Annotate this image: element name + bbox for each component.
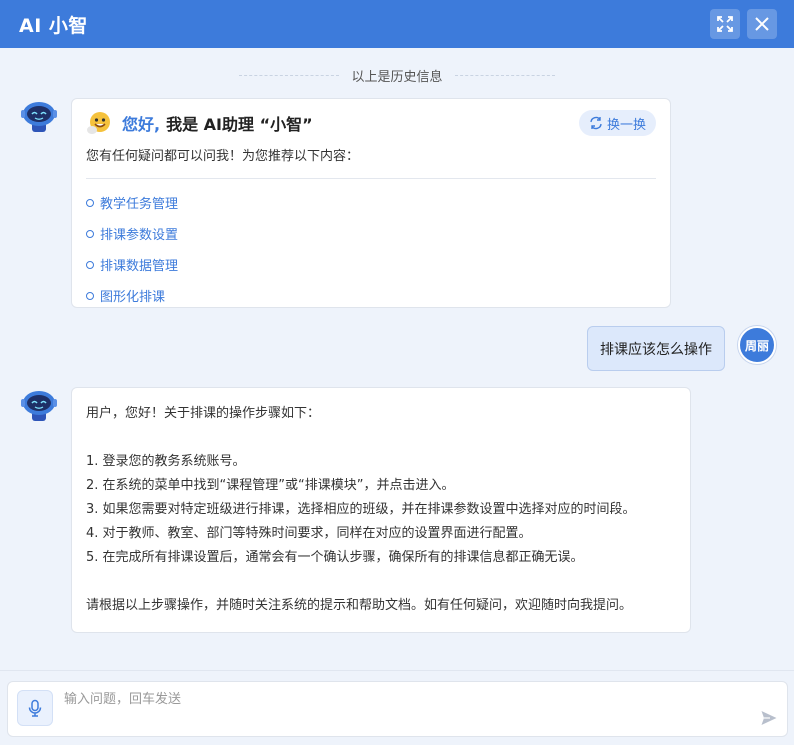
user-message-bubble: 排课应该怎么操作 (587, 326, 725, 371)
input-box (7, 681, 788, 737)
suggestion-item[interactable]: 教学任务管理 (86, 187, 656, 218)
header-actions (710, 9, 777, 39)
swap-label: 换一换 (606, 117, 646, 133)
header-bar: AI 小智 (0, 0, 794, 48)
robot-avatar-icon (21, 102, 57, 132)
greeting-hi: 您好, (122, 115, 161, 134)
circle-bullet-icon (86, 260, 94, 269)
reply-line: 5. 在完成所有排课设置后，通常会有一个确认步骤，确保所有的排课信息都正确无误。 (86, 550, 584, 565)
smile-emoji-icon (87, 112, 110, 134)
reply-line: 4. 对于教师、教室、部门等特殊时间要求，同样在对应的设置界面进行配置。 (86, 526, 532, 541)
reply-line: 2. 在系统的菜单中找到“课程管理”或“排课模块”，并点击进入。 (86, 478, 455, 493)
robot-avatar-icon (21, 391, 57, 421)
question-input[interactable] (64, 688, 744, 710)
user-avatar: 周丽 (738, 326, 776, 364)
divider (86, 178, 656, 179)
suggestion-item[interactable]: 排课数据管理 (86, 249, 656, 280)
circle-bullet-icon (86, 229, 94, 238)
circle-bullet-icon (86, 291, 94, 300)
reply-line: 请根据以上步骤操作，并随时关注系统的提示和帮助文档。如有任何疑问，欢迎随时向我提… (86, 598, 633, 613)
close-icon (755, 17, 769, 31)
close-button[interactable] (747, 9, 777, 39)
chat-area[interactable]: 以上是历史信息 您好, 我是 AI助理 “小智” 换一换 您有任何疑问都可以问我… (0, 48, 794, 670)
bot-reply-bubble: 用户，您好！关于排课的操作步骤如下： 1. 登录您的教务系统账号。 2. 在系统… (71, 387, 691, 633)
suggestion-item[interactable]: 排课参数设置 (86, 218, 656, 249)
input-area (0, 670, 794, 745)
welcome-card: 您好, 我是 AI助理 “小智” 换一换 您有任何疑问都可以问我！为您推荐以下内… (71, 98, 671, 308)
suggestion-list: 教学任务管理 排课参数设置 排课数据管理 图形化排课 (86, 187, 656, 311)
reply-line: 用户，您好！关于排课的操作步骤如下： (86, 406, 321, 421)
expand-icon (717, 16, 733, 32)
send-icon[interactable] (760, 709, 778, 727)
greeting-intro: 我是 AI助理 “小智” (166, 115, 313, 134)
history-divider: 以上是历史信息 (0, 66, 794, 85)
welcome-subtitle: 您有任何疑问都可以问我！为您推荐以下内容： (86, 149, 360, 164)
history-label: 以上是历史信息 (351, 70, 443, 85)
refresh-icon (590, 116, 602, 130)
reply-line: 1. 登录您的教务系统账号。 (86, 454, 246, 469)
expand-button[interactable] (710, 9, 740, 39)
microphone-button[interactable] (17, 690, 53, 726)
swap-button[interactable]: 换一换 (578, 110, 656, 136)
reply-line: 3. 如果您需要对特定班级进行排课，选择相应的班级，并在排课参数设置中选择对应的… (86, 502, 636, 517)
circle-bullet-icon (86, 198, 94, 207)
microphone-icon (28, 699, 42, 717)
window-title: AI 小智 (19, 14, 88, 37)
suggestion-item[interactable]: 图形化排课 (86, 280, 656, 311)
